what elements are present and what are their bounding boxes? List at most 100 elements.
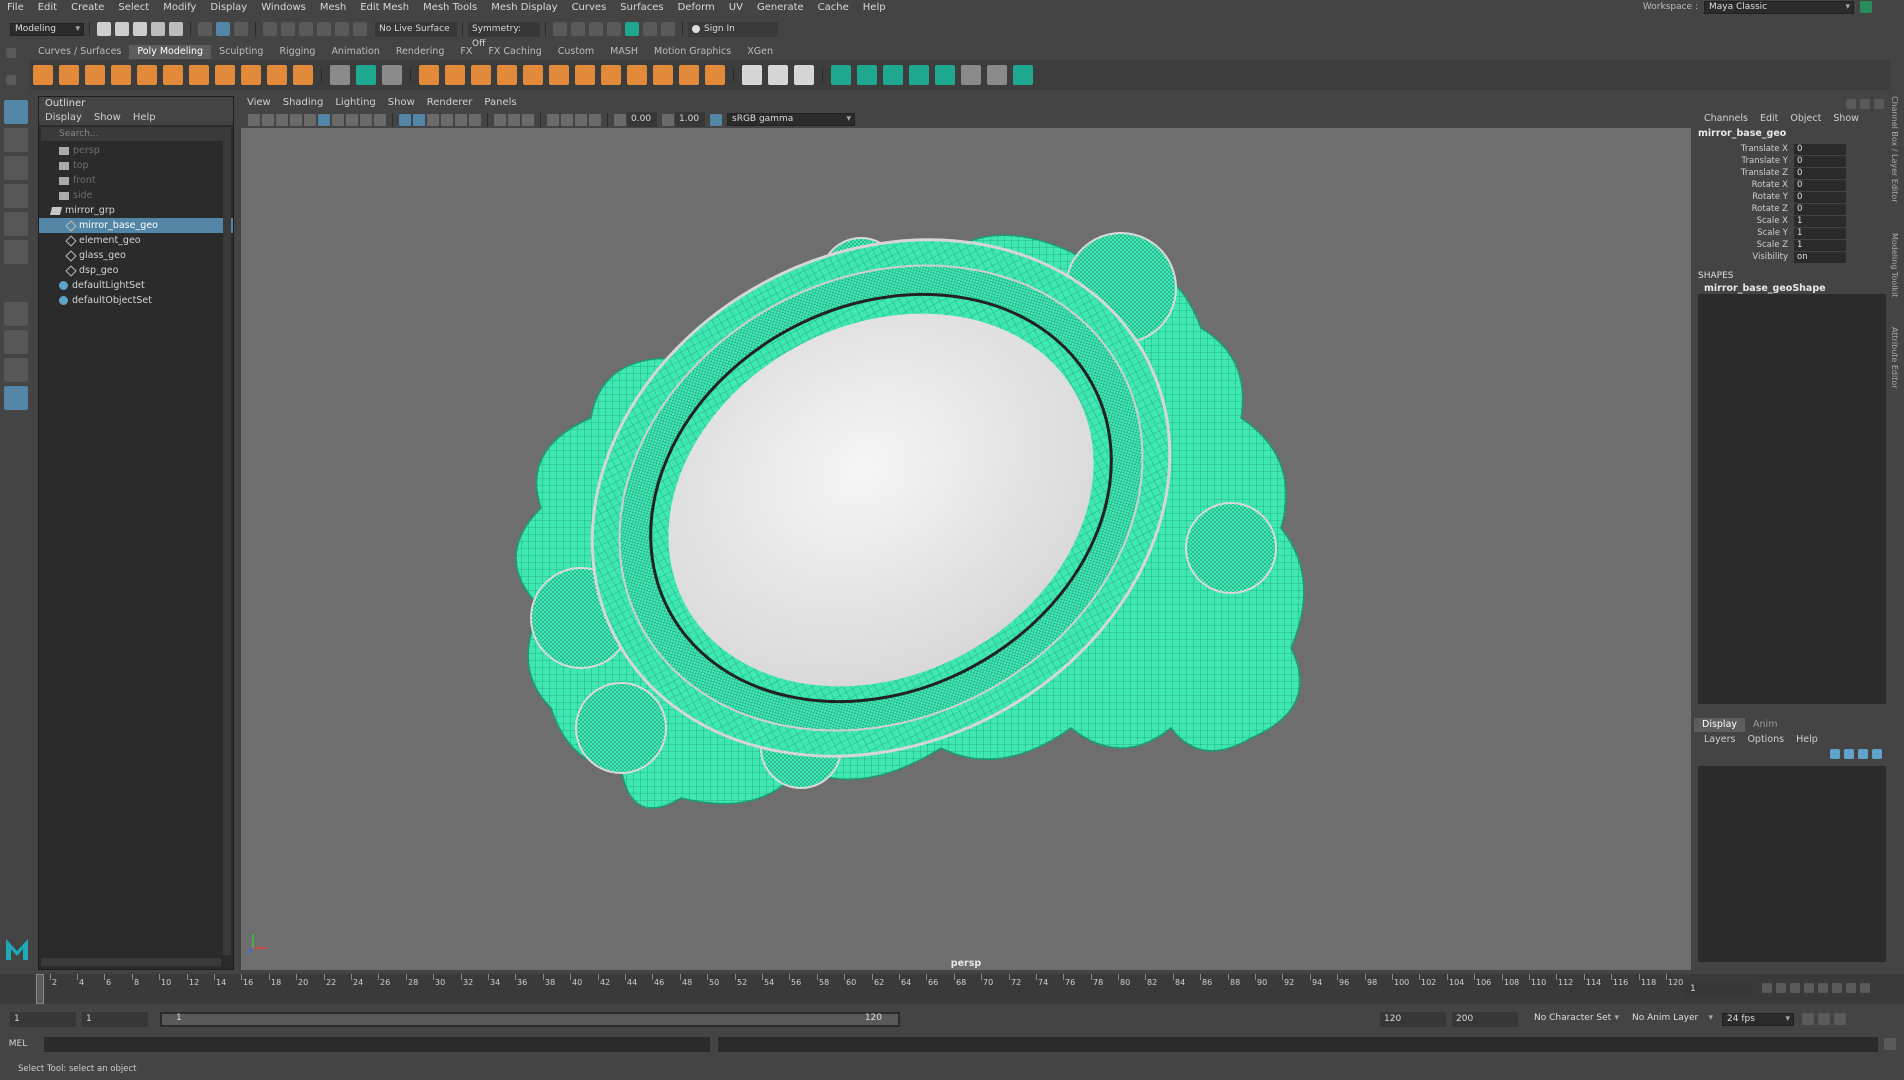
shadows-icon[interactable] bbox=[469, 113, 481, 126]
select-tool-icon[interactable] bbox=[4, 100, 28, 124]
platonic-solid-icon[interactable] bbox=[215, 65, 235, 85]
remesh-icon[interactable] bbox=[575, 65, 595, 85]
detach-icon[interactable] bbox=[935, 65, 955, 85]
channel-row[interactable]: Scale Y 1 bbox=[1694, 227, 1890, 239]
layer-tab-anim[interactable]: Anim bbox=[1745, 718, 1785, 732]
pause-icon[interactable] bbox=[661, 22, 675, 36]
channel-menu-edit[interactable]: Edit bbox=[1754, 112, 1784, 126]
redo-icon[interactable] bbox=[169, 22, 183, 36]
channel-menu-show[interactable]: Show bbox=[1827, 112, 1865, 126]
mirror-icon[interactable] bbox=[330, 65, 350, 85]
step-forward-frame-icon[interactable] bbox=[1832, 983, 1842, 993]
time-ruler[interactable]: 1246810121416182022242628303234363840424… bbox=[36, 974, 1683, 1004]
extrude-icon[interactable] bbox=[679, 65, 699, 85]
menu-display[interactable]: Display bbox=[203, 1, 254, 14]
layer-editor-icon[interactable] bbox=[1860, 99, 1870, 109]
shelf-tab-poly-modeling[interactable]: Poly Modeling bbox=[129, 45, 212, 59]
shelf-tab-rigging[interactable]: Rigging bbox=[271, 45, 323, 59]
menu-help[interactable]: Help bbox=[856, 1, 893, 14]
exposure-field[interactable]: 0.00 bbox=[627, 112, 657, 127]
select-camera-icon[interactable] bbox=[248, 113, 260, 126]
safe-action-icon[interactable] bbox=[374, 113, 386, 126]
layer-menu-layers[interactable]: Layers bbox=[1698, 734, 1741, 745]
channel-value-field[interactable]: on bbox=[1794, 251, 1846, 263]
render-sequence-icon[interactable] bbox=[643, 22, 657, 36]
channel-row[interactable]: Rotate Y 0 bbox=[1694, 191, 1890, 203]
poly-torus-icon[interactable] bbox=[137, 65, 157, 85]
single-view-icon[interactable] bbox=[4, 302, 28, 326]
poly-sphere-icon[interactable] bbox=[33, 65, 53, 85]
bookmarks-icon[interactable] bbox=[276, 113, 288, 126]
outliner-menu-display[interactable]: Display bbox=[39, 111, 88, 125]
bridge-icon[interactable] bbox=[627, 65, 647, 85]
move-tool-icon[interactable] bbox=[4, 184, 28, 208]
start-time-field[interactable]: 1 bbox=[10, 1011, 76, 1027]
menu-windows[interactable]: Windows bbox=[254, 1, 313, 14]
shelf-menu-icon[interactable] bbox=[6, 48, 16, 58]
menu-file[interactable]: File bbox=[0, 1, 31, 14]
channel-value-field[interactable]: 0 bbox=[1794, 167, 1846, 179]
outliner-item[interactable]: dsp_geo bbox=[39, 263, 233, 278]
gamma-field[interactable]: 1.00 bbox=[675, 112, 705, 127]
planar-uv-icon[interactable] bbox=[742, 65, 762, 85]
snap-curve-icon[interactable] bbox=[281, 22, 295, 36]
go-to-end-icon[interactable] bbox=[1860, 983, 1870, 993]
command-language-label[interactable]: MEL bbox=[0, 1039, 36, 1049]
shelf-tab-fx-caching[interactable]: FX Caching bbox=[480, 45, 549, 59]
outliner-item[interactable]: side bbox=[39, 188, 233, 203]
menu-surfaces[interactable]: Surfaces bbox=[613, 1, 670, 14]
ipr-render-icon[interactable] bbox=[571, 22, 585, 36]
channel-menu-object[interactable]: Object bbox=[1784, 112, 1827, 126]
image-plane-icon[interactable] bbox=[290, 113, 302, 126]
select-component-icon[interactable] bbox=[234, 22, 248, 36]
new-empty-layer-icon[interactable] bbox=[1858, 749, 1868, 759]
menu-edit-mesh[interactable]: Edit Mesh bbox=[353, 1, 416, 14]
color-management-icon[interactable] bbox=[710, 113, 722, 126]
quad-draw-icon[interactable] bbox=[356, 65, 376, 85]
viewport-menu-lighting[interactable]: Lighting bbox=[329, 96, 381, 110]
film-gate-icon[interactable] bbox=[318, 113, 330, 126]
append-icon[interactable] bbox=[705, 65, 725, 85]
extract-icon[interactable] bbox=[471, 65, 491, 85]
fill-hole-icon[interactable] bbox=[857, 65, 877, 85]
auto-key-icon[interactable] bbox=[1818, 1013, 1830, 1025]
side-by-side-icon[interactable] bbox=[4, 358, 28, 382]
menu-select[interactable]: Select bbox=[111, 1, 156, 14]
select-hierarchy-icon[interactable] bbox=[198, 22, 212, 36]
outliner-layout-icon[interactable] bbox=[4, 386, 28, 410]
outliner-item[interactable]: element_geo bbox=[39, 233, 233, 248]
grid-icon[interactable] bbox=[304, 113, 316, 126]
backface-culling-icon[interactable] bbox=[589, 113, 601, 126]
channel-row[interactable]: Scale X 1 bbox=[1694, 215, 1890, 227]
paint-select-icon[interactable] bbox=[4, 156, 28, 180]
wireframe-icon[interactable] bbox=[399, 113, 411, 126]
select-object-icon[interactable] bbox=[216, 22, 230, 36]
outliner-item[interactable]: glass_geo bbox=[39, 248, 233, 263]
menu-create[interactable]: Create bbox=[64, 1, 111, 14]
sign-in-button[interactable]: Sign In bbox=[688, 21, 778, 37]
outliner-vscrollbar[interactable] bbox=[223, 141, 231, 955]
automatic-uv-icon[interactable] bbox=[768, 65, 788, 85]
connect-icon[interactable] bbox=[909, 65, 929, 85]
color-space-dropdown[interactable]: sRGB gamma bbox=[727, 113, 855, 126]
menu-modify[interactable]: Modify bbox=[156, 1, 203, 14]
command-input[interactable] bbox=[44, 1036, 710, 1052]
new-layer-from-selected-icon[interactable] bbox=[1872, 749, 1882, 759]
poly-cone-icon[interactable] bbox=[111, 65, 131, 85]
step-back-key-icon[interactable] bbox=[1776, 983, 1786, 993]
shelf-tab-motion-graphics[interactable]: Motion Graphics bbox=[646, 45, 739, 59]
poly-disc-icon[interactable] bbox=[189, 65, 209, 85]
render-settings-icon[interactable] bbox=[589, 22, 603, 36]
shelf-tab-rendering[interactable]: Rendering bbox=[388, 45, 453, 59]
channel-row[interactable]: Translate Y 0 bbox=[1694, 155, 1890, 167]
range-slider-handle[interactable] bbox=[162, 1013, 898, 1025]
scale-tool-icon[interactable] bbox=[4, 240, 28, 264]
current-frame-field[interactable]: 1 bbox=[1686, 982, 1752, 997]
boolean-icon[interactable] bbox=[523, 65, 543, 85]
viewport-menu-shading[interactable]: Shading bbox=[277, 96, 330, 110]
multi-cut-icon[interactable] bbox=[382, 65, 402, 85]
channel-row[interactable]: Scale Z 1 bbox=[1694, 239, 1890, 251]
rotate-tool-icon[interactable] bbox=[4, 212, 28, 236]
channel-value-field[interactable]: 0 bbox=[1794, 203, 1846, 215]
step-back-frame-icon[interactable] bbox=[1790, 983, 1800, 993]
